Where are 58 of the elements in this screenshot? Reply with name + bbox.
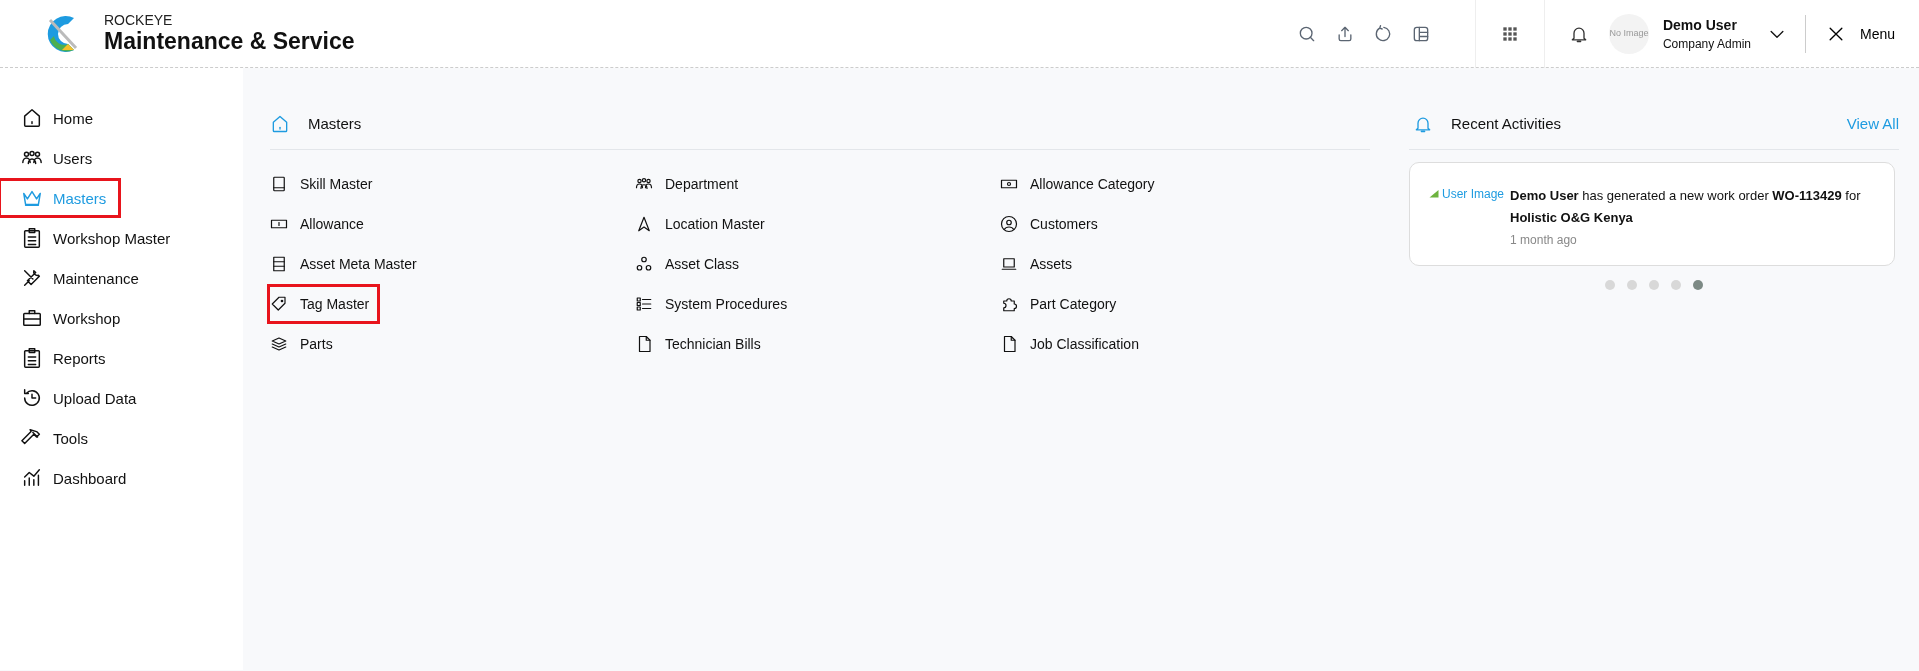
carousel-dot[interactable] — [1693, 280, 1703, 290]
menu-button[interactable]: Menu — [1825, 23, 1919, 44]
master-link[interactable]: Skill Master — [267, 164, 384, 204]
master-link[interactable]: Job Classification — [997, 324, 1150, 364]
section-title: Recent Activities — [1451, 115, 1562, 132]
sidebar-item[interactable]: Workshop — [0, 298, 136, 338]
layers-icon — [270, 335, 288, 353]
master-link[interactable]: Asset Class — [632, 244, 750, 284]
carousel-dot[interactable] — [1649, 280, 1659, 290]
carousel-dot[interactable] — [1605, 280, 1615, 290]
sidebar-item[interactable]: Reports — [0, 338, 121, 378]
master-link[interactable]: Part Category — [997, 284, 1128, 324]
home-icon — [270, 113, 290, 134]
puzzle-icon — [1000, 295, 1018, 313]
activity-message: Demo User has generated a new work order WO-113429 for Holistic O&G Kenya — [1510, 187, 1862, 227]
navigation-icon — [635, 215, 653, 233]
sidebar-item[interactable]: Maintenance — [0, 258, 154, 298]
tag-icon — [270, 295, 288, 313]
master-link[interactable]: System Procedures — [632, 284, 799, 324]
activity-time: 1 month ago — [1510, 233, 1578, 247]
carousel-dot[interactable] — [1671, 280, 1681, 290]
sidebar-item[interactable]: Users — [0, 138, 108, 178]
master-link[interactable]: Asset Meta Master — [267, 244, 428, 284]
master-link[interactable]: Department — [632, 164, 750, 204]
master-link[interactable]: Location Master — [632, 204, 776, 244]
master-link[interactable]: Allowance — [267, 204, 375, 244]
home-icon — [21, 107, 43, 129]
user-name: Demo User — [1662, 16, 1738, 33]
app-title: Maintenance & Service — [104, 28, 355, 55]
brand-name: ROCKEYE — [104, 12, 174, 28]
list-icon — [270, 255, 288, 273]
carousel-dot[interactable] — [1627, 280, 1637, 290]
sidebar-item[interactable]: Dashboard — [0, 458, 142, 498]
master-link[interactable]: Technician Bills — [632, 324, 772, 364]
clipboard-icon — [21, 347, 43, 369]
sidebar-item[interactable]: Tools — [0, 418, 104, 458]
sidebar-item[interactable]: Workshop Master — [0, 218, 186, 258]
clipboard-icon — [21, 227, 43, 249]
master-link[interactable]: Tag Master — [267, 284, 381, 324]
sidebar-item[interactable]: Upload Data — [0, 378, 152, 418]
user-role: Company Admin — [1662, 36, 1751, 51]
master-link[interactable]: Allowance Category — [997, 164, 1166, 204]
laptop-icon — [1000, 255, 1018, 273]
master-link[interactable]: Customers — [997, 204, 1109, 244]
sidebar-item[interactable]: Home — [0, 98, 108, 138]
broken-image-icon — [1428, 187, 1440, 199]
briefcase-icon — [21, 307, 43, 329]
master-link[interactable]: Assets — [997, 244, 1083, 284]
broken-image: User Image — [1428, 185, 1505, 247]
gears-icon — [635, 255, 653, 273]
section-title: Masters — [308, 115, 362, 132]
chart-icon — [21, 467, 43, 489]
checklist-icon — [635, 295, 653, 313]
user-circle-icon — [1000, 215, 1018, 233]
avatar: No Image — [1608, 13, 1649, 54]
master-link[interactable]: Parts — [267, 324, 344, 364]
book-icon — [270, 175, 288, 193]
history-icon — [21, 387, 43, 409]
